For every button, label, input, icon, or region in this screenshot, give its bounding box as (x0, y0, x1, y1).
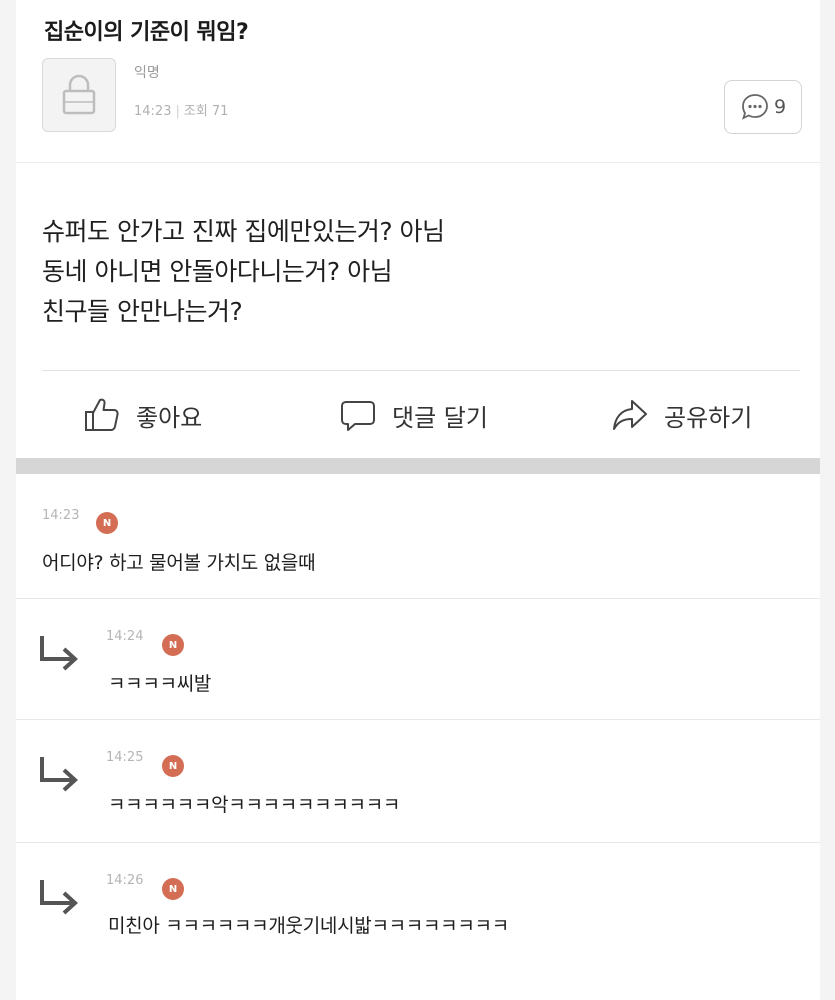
reply-arrow-icon (40, 880, 78, 915)
reply-time: 14:25 (106, 750, 144, 765)
reply-arrow-icon (40, 757, 78, 792)
post-body: 슈퍼도 안가고 진짜 집에만있는거? 아님 동네 아니면 안돌아다니는거? 아님… (42, 212, 782, 332)
reply-item: 14:26 N 미친아 ㅋㅋㅋㅋㅋㅋ개웃기네시밟ㅋㅋㅋㅋㅋㅋㅋㅋ (16, 843, 820, 953)
new-badge: N (162, 755, 184, 777)
reply-item: 14:24 N ㅋㅋㅋㅋ씨발 (16, 599, 820, 719)
post-time: 14:23 (134, 104, 172, 119)
new-badge: N (162, 634, 184, 656)
thumbs-up-icon (85, 398, 119, 431)
author-name: 익명 (134, 65, 160, 81)
share-arrow-icon (613, 400, 647, 430)
share-button[interactable]: 공유하기 (610, 390, 752, 440)
header-divider (16, 162, 820, 163)
like-label: 좋아요 (136, 403, 203, 432)
reply-time: 14:26 (106, 873, 144, 888)
post-body-line: 동네 아니면 안돌아다니는거? 아님 (42, 257, 393, 286)
lock-icon (62, 74, 96, 115)
comment-item: 14:23 N 어디야? 하고 물어볼 가치도 없을때 (16, 474, 820, 598)
reply-text: ㅋㅋㅋㅋ씨발 (108, 673, 212, 695)
write-comment-button[interactable]: 댓글 달기 (338, 390, 488, 440)
reply-item: 14:25 N ㅋㅋㅋㅋㅋㅋ악ㅋㅋㅋㅋㅋㅋㅋㅋㅋㅋ (16, 720, 820, 842)
post-meta: 14:23 | 조회 71 (134, 104, 229, 119)
anonymous-avatar (42, 58, 116, 132)
comment-text: 어디야? 하고 물어볼 가치도 없을때 (42, 552, 316, 574)
comment-count-value: 9 (773, 96, 787, 118)
reply-arrow-icon (40, 636, 78, 671)
reply-text: 미친아 ㅋㅋㅋㅋㅋㅋ개웃기네시밟ㅋㅋㅋㅋㅋㅋㅋㅋ (108, 915, 509, 937)
post-page: 집순이의 기준이 뭐임? 익명 14:23 | 조회 71 9 슈퍼도 안가고 진짜… (16, 0, 820, 1000)
comment-count-button[interactable]: 9 (724, 80, 802, 134)
write-comment-label: 댓글 달기 (392, 403, 488, 432)
comment-bubble-icon (341, 401, 375, 431)
new-badge: N (162, 878, 184, 900)
post-body-line: 친구들 안만나는거? (42, 297, 243, 326)
view-count: 조회 71 (183, 104, 229, 119)
actions-divider (42, 370, 800, 371)
section-separator (16, 458, 820, 474)
post-title: 집순이의 기준이 뭐임? (44, 20, 249, 45)
like-button[interactable]: 좋아요 (82, 390, 202, 440)
share-label: 공유하기 (664, 403, 753, 432)
speech-bubble-dots-icon (741, 94, 768, 120)
post-body-line: 슈퍼도 안가고 진짜 집에만있는거? 아님 (42, 217, 445, 246)
reply-text: ㅋㅋㅋㅋㅋㅋ악ㅋㅋㅋㅋㅋㅋㅋㅋㅋㅋ (108, 794, 401, 816)
new-badge: N (96, 512, 118, 534)
reply-time: 14:24 (106, 629, 144, 644)
comment-time: 14:23 (42, 508, 80, 523)
post-actions: 좋아요 댓글 달기 공유하기 (16, 390, 820, 440)
